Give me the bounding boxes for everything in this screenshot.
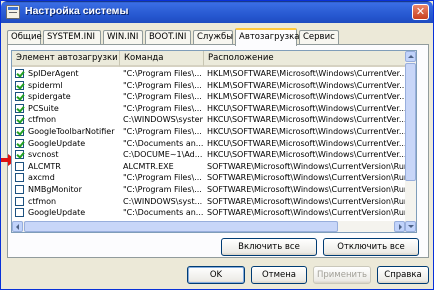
row-checkbox[interactable]: [15, 161, 24, 171]
list-item[interactable]: svcnost C:\DOCUME~1\Ad... HKCU\SOFTWARE\…: [12, 149, 407, 161]
tab-win-ini[interactable]: WIN.INI: [103, 30, 143, 45]
column-header-item[interactable]: Элемент автозагрузки: [12, 51, 120, 67]
list-item[interactable]: spidergate "C:\Program Files\... HKLM\SO…: [12, 91, 407, 103]
row-checkbox[interactable]: [15, 173, 24, 183]
row-checkbox[interactable]: [15, 92, 24, 102]
list-item[interactable]: SpIDerAgent "C:\Program Files\... HKLM\S…: [12, 68, 407, 80]
row-name: ALCMTR: [28, 161, 61, 171]
row-location: SOFTWARE\Microsoft\Windows\CurrentVersio…: [207, 184, 405, 194]
row-location: HKCU\SOFTWARE\Microsoft\Windows\CurrentV…: [207, 150, 405, 160]
row-location: SOFTWARE\Microsoft\Windows\CurrentVersio…: [207, 161, 405, 171]
disable-all-button[interactable]: Отключить все: [323, 238, 419, 256]
row-name: ctfmon: [28, 115, 57, 125]
horizontal-scrollbar[interactable]: [12, 221, 405, 232]
tab-general[interactable]: Общие: [7, 30, 42, 45]
startup-list[interactable]: Элемент автозагрузки Команда Расположени…: [11, 50, 417, 233]
cancel-button[interactable]: Отмена: [251, 266, 307, 284]
vertical-scrollbar[interactable]: [405, 51, 416, 232]
title-bar[interactable]: Настройка системы ✕: [1, 1, 433, 23]
list-item[interactable]: GoogleUpdate "C:\Documents an... SOFTWAR…: [12, 207, 407, 219]
list-item[interactable]: NMBgMonitor "C:\Program Files\... SOFTWA…: [12, 184, 407, 196]
row-location: HKLM\SOFTWARE\Microsoft\Windows\CurrentV…: [207, 92, 405, 102]
row-checkbox[interactable]: [15, 80, 24, 90]
enable-all-button[interactable]: Включить все: [221, 238, 317, 256]
row-checkbox[interactable]: [15, 208, 24, 218]
column-header-command[interactable]: Команда: [120, 51, 204, 67]
row-checkbox[interactable]: [15, 184, 24, 194]
tab-services[interactable]: Службы: [193, 30, 233, 45]
row-command: "C:\Documents an...: [123, 138, 203, 148]
list-item[interactable]: ctfmon C:\WINDOWS\syst... SOFTWARE\Micro…: [12, 196, 407, 208]
row-name: GoogleUpdate: [28, 208, 86, 218]
row-location: SOFTWARE\Microsoft\Windows\CurrentVersio…: [207, 173, 405, 183]
list-header: Элемент автозагрузки Команда Расположени…: [12, 51, 407, 68]
tab-startup[interactable]: Автозагрузка: [235, 28, 299, 46]
tab-strip: Общие SYSTEM.INI WIN.INI BOOT.INI Службы…: [7, 28, 429, 46]
row-command: "C:\Program Files\...: [123, 69, 202, 78]
row-name: SpIDerAgent: [28, 69, 79, 78]
row-name: axcmd: [28, 173, 55, 183]
list-item[interactable]: ALCMTR ALCMTR.EXE SOFTWARE\Microsoft\Win…: [12, 161, 407, 173]
row-command: ALCMTR.EXE: [123, 161, 174, 171]
row-checkbox[interactable]: [15, 69, 24, 78]
row-command: C:\WINDOWS\syst...: [123, 196, 203, 206]
row-command: "C:\Program Files\...: [123, 126, 202, 136]
row-checkbox[interactable]: [15, 115, 24, 125]
vertical-scroll-thumb[interactable]: [405, 63, 416, 181]
row-command: C:\WINDOWS\system...: [123, 115, 203, 125]
scroll-right-icon[interactable]: [394, 221, 405, 232]
apply-button[interactable]: Применить: [313, 266, 371, 284]
horizontal-scroll-thumb[interactable]: [24, 221, 338, 232]
list-item[interactable]: ctfmon C:\WINDOWS\system... HKCU\SOFTWAR…: [12, 114, 407, 126]
row-checkbox[interactable]: [15, 150, 24, 160]
row-name: GoogleToolbarNotifier: [28, 126, 115, 136]
row-command: "C:\Program Files\...: [123, 103, 202, 113]
close-button[interactable]: ✕: [412, 4, 429, 20]
row-command: "C:\Documents an...: [123, 208, 203, 218]
row-location: HKLM\SOFTWARE\Microsoft\Windows\CurrentV…: [207, 69, 405, 78]
list-item[interactable]: spiderml "C:\Program Files\... HKLM\SOFT…: [12, 80, 407, 92]
row-command: "C:\Program Files\...: [123, 173, 202, 183]
row-name: GoogleUpdate: [28, 138, 86, 148]
row-name: spidergate: [28, 92, 71, 102]
row-name: svcnost: [28, 150, 59, 160]
row-location: HKCU\SOFTWARE\Microsoft\Windows\CurrentV…: [207, 115, 405, 125]
help-button[interactable]: Справка: [377, 266, 429, 284]
row-location: SOFTWARE\Microsoft\Windows\CurrentVersio…: [207, 196, 405, 206]
row-checkbox[interactable]: [15, 103, 24, 113]
row-name: PCSuite: [28, 103, 59, 113]
list-item[interactable]: GoogleUpdate "C:\Documents an... HKCU\SO…: [12, 138, 407, 150]
row-checkbox[interactable]: [15, 196, 24, 206]
window-title: Настройка системы: [25, 5, 129, 17]
row-location: HKLM\SOFTWARE\Microsoft\Windows\CurrentV…: [207, 80, 405, 90]
row-name: ctfmon: [28, 196, 57, 206]
dialog-window: Настройка системы ✕ Общие SYSTEM.INI WIN…: [0, 0, 434, 290]
tab-system-ini[interactable]: SYSTEM.INI: [43, 30, 101, 45]
list-item[interactable]: GoogleToolbarNotifier "C:\Program Files\…: [12, 126, 407, 138]
row-checkbox[interactable]: [15, 138, 24, 148]
row-command: "C:\Program Files\...: [123, 184, 202, 194]
row-location: HKCU\SOFTWARE\Microsoft\Windows\CurrentV…: [207, 103, 405, 113]
row-name: NMBgMonitor: [28, 184, 82, 194]
row-location: SOFTWARE\Microsoft\Windows\CurrentVersio…: [207, 208, 405, 218]
list-rows: SpIDerAgent "C:\Program Files\... HKLM\S…: [12, 68, 407, 219]
list-item[interactable]: PCSuite "C:\Program Files\... HKCU\SOFTW…: [12, 103, 407, 115]
ok-button[interactable]: OK: [187, 266, 245, 284]
row-command: "C:\Program Files\...: [123, 80, 202, 90]
row-command: "C:\Program Files\...: [123, 92, 202, 102]
row-checkbox[interactable]: [15, 126, 24, 136]
scroll-up-icon[interactable]: [405, 51, 416, 62]
list-item[interactable]: axcmd "C:\Program Files\... SOFTWARE\Mic…: [12, 172, 407, 184]
msconfig-icon: [6, 5, 20, 19]
tab-tools[interactable]: Сервис: [299, 30, 339, 45]
row-name: spiderml: [28, 80, 63, 90]
scroll-left-icon[interactable]: [12, 221, 23, 232]
row-location: HKCU\SOFTWARE\Microsoft\Windows\CurrentV…: [207, 126, 405, 136]
row-location: HKCU\SOFTWARE\Microsoft\Windows\CurrentV…: [207, 138, 405, 148]
scroll-down-icon[interactable]: [405, 221, 416, 232]
row-command: C:\DOCUME~1\Ad...: [123, 150, 203, 160]
tab-boot-ini[interactable]: BOOT.INI: [145, 30, 191, 45]
column-header-location[interactable]: Расположение: [204, 51, 407, 67]
